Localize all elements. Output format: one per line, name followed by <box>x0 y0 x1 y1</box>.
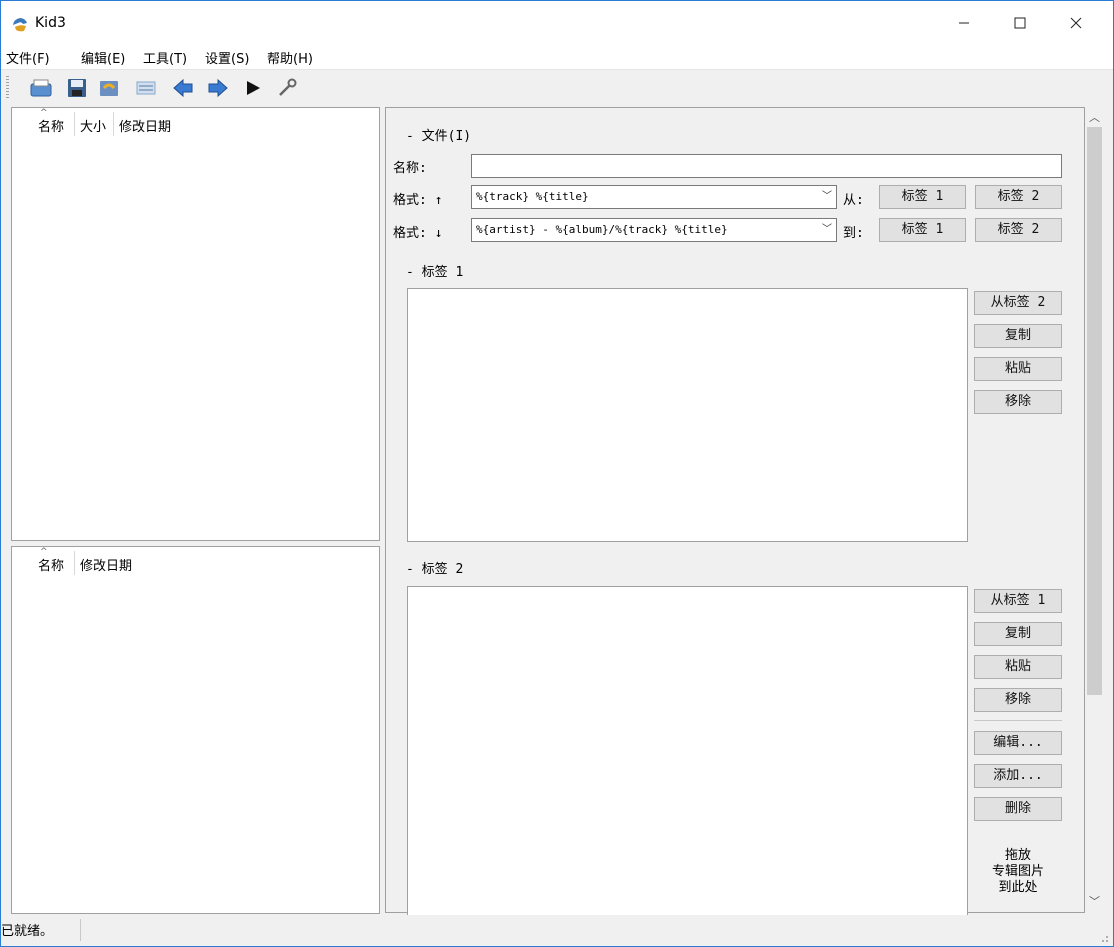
tag2-delete-button[interactable]: 删除 <box>974 797 1062 821</box>
tag2-add-button[interactable]: 添加... <box>974 764 1062 788</box>
tag2-remove-button[interactable]: 移除 <box>974 688 1062 712</box>
column-header-name[interactable]: 名称 <box>38 555 64 574</box>
save-button[interactable] <box>65 76 89 100</box>
button-separator <box>974 720 1062 721</box>
vertical-scrollbar[interactable]: ︿ ﹀ <box>1085 107 1104 913</box>
tag1-table[interactable] <box>407 288 968 542</box>
revert-button[interactable] <box>97 76 121 100</box>
menu-file[interactable]: 文件(F) <box>6 48 50 67</box>
previous-icon <box>173 78 193 98</box>
column-separator[interactable] <box>74 551 75 575</box>
file-section-header[interactable]: - 文件(I) <box>406 125 471 144</box>
next-button[interactable] <box>206 76 230 100</box>
save-icon <box>68 79 86 97</box>
previous-button[interactable] <box>171 76 195 100</box>
column-header-modified[interactable]: 修改日期 <box>119 116 171 135</box>
name-label: 名称: <box>393 161 427 176</box>
tag1-from-tag2-button[interactable]: 从标签 2 <box>974 291 1062 315</box>
revert-icon <box>100 81 118 96</box>
minimize-icon <box>959 22 969 24</box>
drop-text-line: 拖放 <box>1004 848 1031 863</box>
scroll-up-icon[interactable]: ︿ <box>1085 109 1104 127</box>
kid3-app-icon <box>13 18 27 32</box>
toolbar-handle[interactable] <box>6 76 9 100</box>
format-to-value: %{artist} - %{album}/%{track} %{title} <box>476 223 728 236</box>
minimize-button[interactable] <box>939 1 989 45</box>
format-from-label: 格式: ↑ <box>393 193 443 208</box>
open-icon <box>30 79 52 97</box>
next-icon <box>208 78 228 98</box>
toolbar <box>1 69 1113 106</box>
tag2-table[interactable] <box>407 586 968 916</box>
tag1-remove-button[interactable]: 移除 <box>974 390 1062 414</box>
drop-text-line: 到此处 <box>998 880 1038 895</box>
format-from-value: %{track} %{title} <box>476 190 589 203</box>
format-to-label: 格式: ↓ <box>393 226 443 241</box>
drop-text-line: 专辑图片 <box>991 864 1044 879</box>
play-button[interactable] <box>241 76 265 100</box>
column-header-name[interactable]: 名称 <box>38 116 64 135</box>
menu-edit[interactable]: 编辑(E) <box>81 48 125 67</box>
scrollbar-thumb[interactable] <box>1087 127 1102 695</box>
close-button[interactable] <box>1051 1 1101 45</box>
list-icon <box>136 81 156 95</box>
chevron-down-icon: ﹀ <box>822 224 832 235</box>
tag1-copy-button[interactable]: 复制 <box>974 324 1062 348</box>
directory-list-panel[interactable]: ^ 名称 修改日期 <box>11 546 380 914</box>
file-name-input[interactable] <box>471 154 1062 178</box>
format-from-combo[interactable]: %{track} %{title} ﹀ <box>471 185 837 209</box>
menu-help[interactable]: 帮助(H) <box>267 48 313 67</box>
column-separator[interactable] <box>74 112 75 136</box>
settings-icon <box>279 78 297 96</box>
format-to-combo[interactable]: %{artist} - %{album}/%{track} %{title} ﹀ <box>471 218 837 242</box>
column-header-size[interactable]: 大小 <box>80 116 106 135</box>
from-tag2-button[interactable]: 标签 2 <box>975 185 1062 209</box>
to-label: 到: <box>843 226 864 241</box>
status-text: 已就绪。 <box>1 924 54 939</box>
list-button[interactable] <box>134 76 158 100</box>
resize-grip-icon[interactable] <box>1097 931 1109 943</box>
tag2-paste-button[interactable]: 粘贴 <box>974 655 1062 679</box>
tag2-from-tag1-button[interactable]: 从标签 1 <box>974 589 1062 613</box>
close-icon <box>1070 17 1082 29</box>
to-tag1-button[interactable]: 标签 1 <box>879 218 966 242</box>
tag1-section-header[interactable]: - 标签 1 <box>406 261 463 280</box>
album-art-drop-zone[interactable]: 拖放 专辑图片 到此处 <box>974 848 1062 896</box>
maximize-icon <box>1014 17 1026 29</box>
status-bar <box>1 915 1113 946</box>
from-label: 从: <box>843 193 864 208</box>
file-list-panel[interactable]: ^ 名称 大小 修改日期 <box>11 107 380 541</box>
column-separator[interactable] <box>113 112 114 136</box>
status-separator <box>80 919 81 941</box>
title-bar: Kid3 <box>1 1 1113 45</box>
menu-tools[interactable]: 工具(T) <box>143 48 187 67</box>
open-button[interactable] <box>29 76 53 100</box>
to-tag2-button[interactable]: 标签 2 <box>975 218 1062 242</box>
tag1-paste-button[interactable]: 粘贴 <box>974 357 1062 381</box>
tag2-section-header[interactable]: - 标签 2 <box>406 558 463 577</box>
menu-bar: 文件(F) 编辑(E) 工具(T) 设置(S) 帮助(H) <box>1 45 1113 69</box>
chevron-down-icon: ﹀ <box>822 191 832 202</box>
from-tag1-button[interactable]: 标签 1 <box>879 185 966 209</box>
maximize-button[interactable] <box>995 1 1045 45</box>
tag-editor-area: - 文件(I) 名称: 格式: ↑ %{track} %{title} ﹀ 从:… <box>385 107 1085 916</box>
settings-button[interactable] <box>275 76 299 100</box>
scroll-down-icon[interactable]: ﹀ <box>1085 893 1104 911</box>
tag2-copy-button[interactable]: 复制 <box>974 622 1062 646</box>
tag2-edit-button[interactable]: 编辑... <box>974 731 1062 755</box>
play-icon <box>247 81 260 95</box>
window-title: Kid3 <box>35 15 66 31</box>
column-header-modified[interactable]: 修改日期 <box>80 555 132 574</box>
menu-settings[interactable]: 设置(S) <box>205 48 249 67</box>
main-window: Kid3 文件(F) 编辑(E) 工具(T) 设置(S) 帮助(H) ^ 名称 … <box>0 0 1114 947</box>
